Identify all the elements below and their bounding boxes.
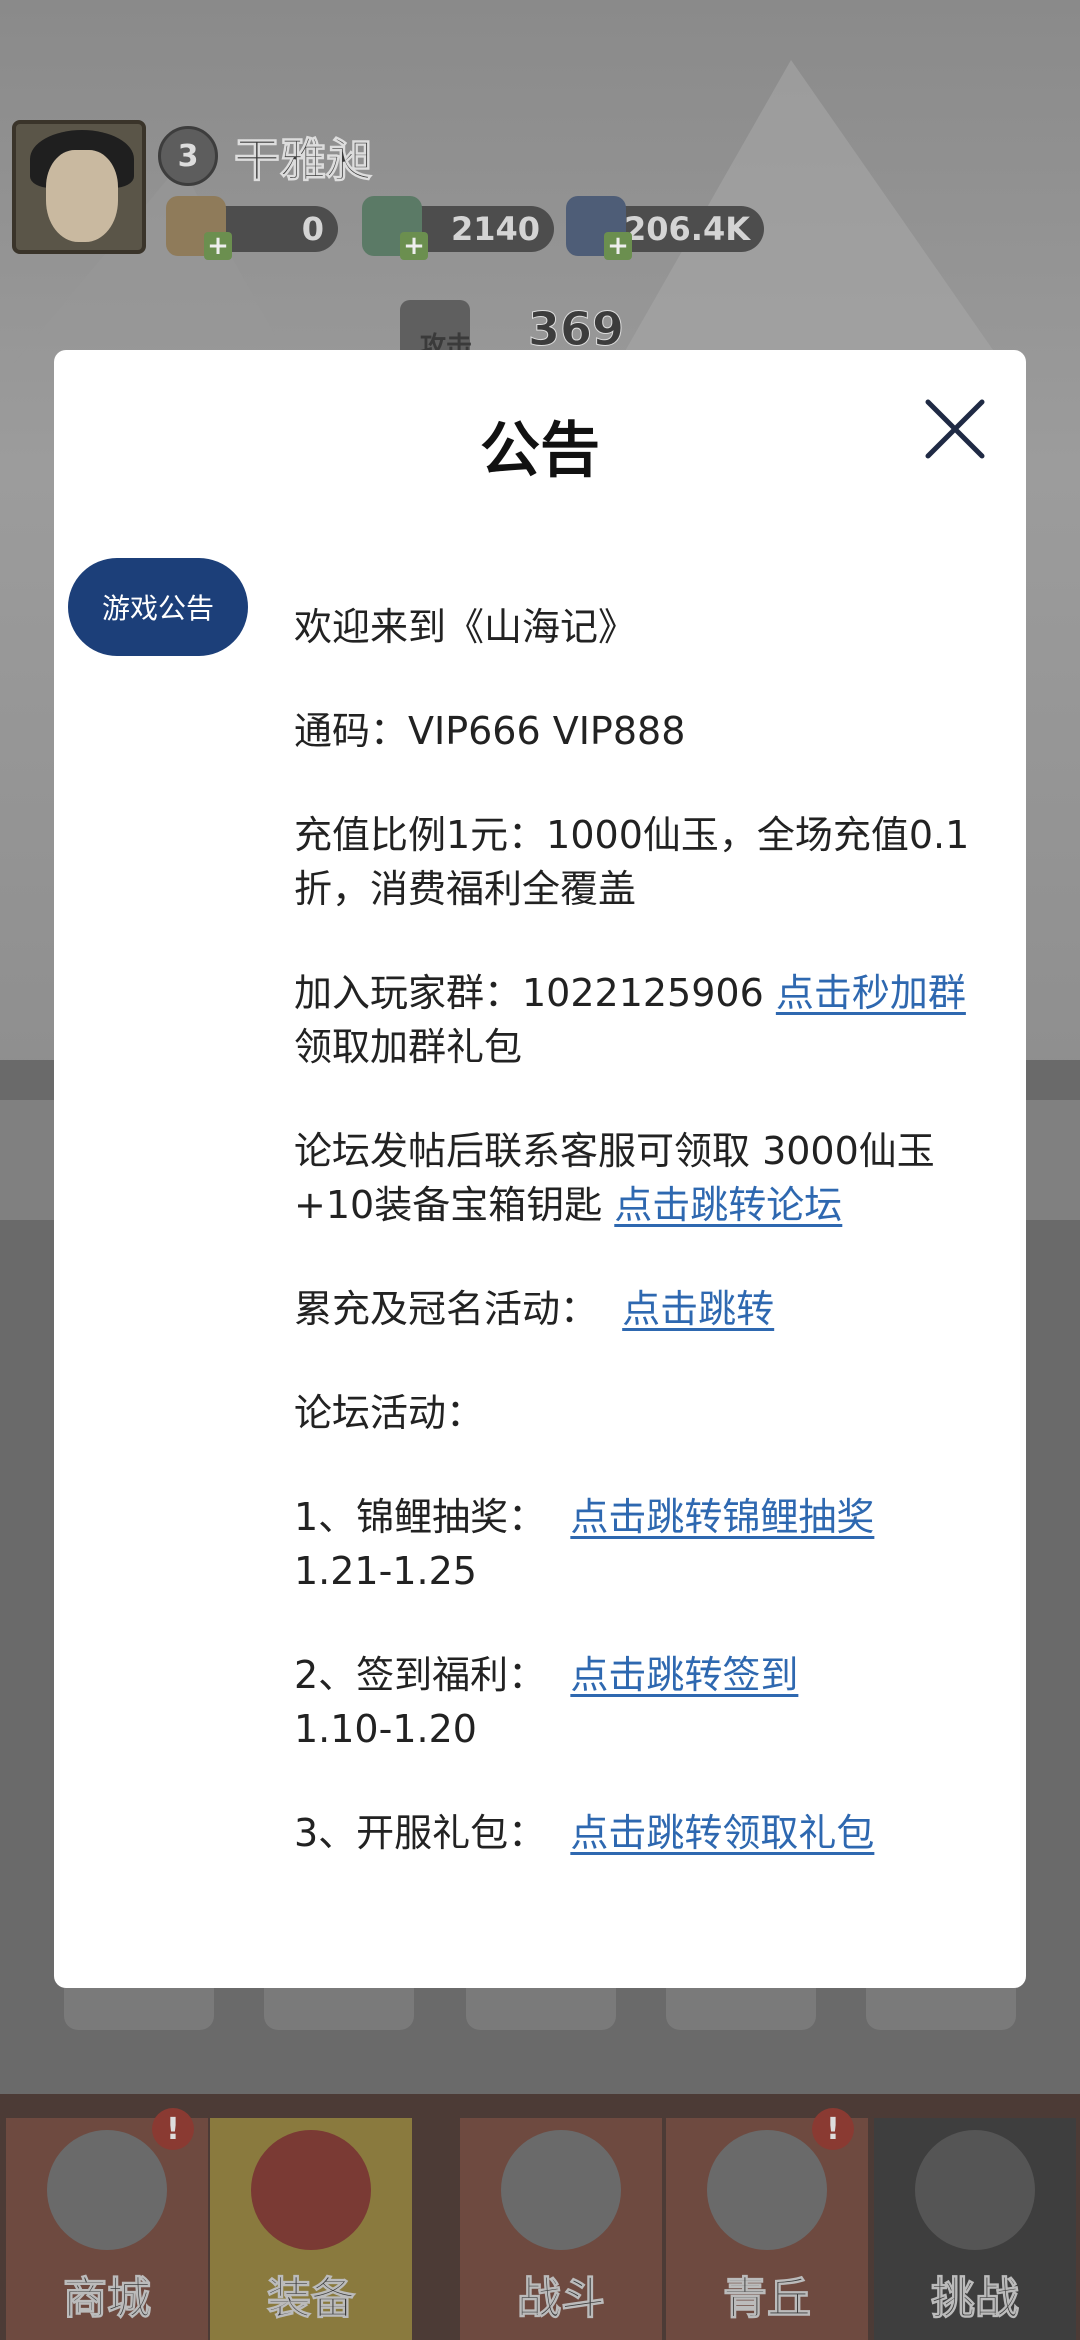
item-text: 2、签到福利： [294, 1653, 571, 1697]
item-text: 3、开服礼包： [294, 1811, 571, 1855]
currency-value: 2140 [450, 210, 540, 248]
tab-game-notice[interactable]: 游戏公告 [68, 558, 248, 656]
announcement-modal: 公告 游戏公告 欢迎来到《山海记》 通码：VIP666 VIP888 充值比例1… [54, 350, 1026, 1988]
forum-link[interactable]: 点击跳转论坛 [614, 1183, 842, 1227]
challenge-icon [915, 2130, 1035, 2250]
group-text: 加入玩家群：1022125906 [294, 971, 776, 1015]
add-crystal-button[interactable]: + [604, 232, 632, 260]
opening-gift-link[interactable]: 点击跳转领取礼包 [570, 1811, 874, 1855]
code-line: 通码：VIP666 VIP888 [294, 709, 686, 753]
mountain-icon [707, 2130, 827, 2250]
crossed-swords-icon [501, 2130, 621, 2250]
activity-link[interactable]: 点击跳转 [622, 1287, 774, 1331]
group-line: 加入玩家群：1022125906 点击秒加群 领取加群礼包 [294, 966, 994, 1074]
currency-jade: + 2140 [362, 196, 554, 260]
bottom-navigation: ! 商城 装备 战斗 ! 青丘 挑战 [0, 2094, 1080, 2340]
player-avatar[interactable] [12, 120, 146, 254]
nav-label: 战斗 [517, 2273, 606, 2325]
nav-challenge[interactable]: 挑战 [874, 2118, 1076, 2340]
welcome-line: 欢迎来到《山海记》 [294, 605, 637, 649]
join-group-link[interactable]: 点击秒加群 [776, 971, 966, 1015]
nav-label: 青丘 [723, 2273, 812, 2325]
notification-badge: ! [812, 2108, 854, 2150]
nav-equipment[interactable]: 装备 [210, 2118, 412, 2340]
avatar-face [46, 150, 118, 242]
modal-title: 公告 [480, 416, 600, 486]
sign-in-link[interactable]: 点击跳转签到 [570, 1653, 798, 1697]
item-dates: 1.10-1.20 [294, 1707, 477, 1751]
nav-qingqiu[interactable]: ! 青丘 [666, 2108, 868, 2340]
group-suffix: 领取加群礼包 [294, 1025, 523, 1069]
notification-badge: ! [152, 2108, 194, 2150]
nav-label: 挑战 [931, 2273, 1020, 2325]
level-badge: 3 [158, 126, 218, 186]
add-jade-button[interactable]: + [400, 232, 428, 260]
forum-activity-heading: 论坛活动： [294, 1391, 485, 1435]
nav-shop[interactable]: ! 商城 [6, 2108, 208, 2340]
item-text: 1、锦鲤抽奖： [294, 1495, 571, 1539]
add-scroll-button[interactable]: + [204, 232, 232, 260]
nav-label: 商城 [63, 2273, 152, 2325]
close-icon [925, 399, 985, 459]
player-info-bar: 3 干雅昶 + 0 + 2140 + 206.4K [8, 120, 768, 270]
player-name: 干雅昶 [234, 133, 373, 188]
activity-text: 累充及冠名活动： [294, 1287, 623, 1331]
shop-icon [47, 2130, 167, 2250]
activity-line: 累充及冠名活动： 点击跳转 [294, 1282, 994, 1336]
item-dates: 1.21-1.25 [294, 1549, 477, 1593]
helmet-icon [251, 2130, 371, 2250]
currency-scroll: + 0 [166, 196, 338, 260]
recharge-line: 充值比例1元：1000仙玉，全场充值0.1折，消费福利全覆盖 [294, 813, 970, 911]
activity-item-1: 1、锦鲤抽奖： 点击跳转锦鲤抽奖 1.21-1.25 [294, 1490, 994, 1598]
forum-line: 论坛发帖后联系客服可领取 3000仙玉+10装备宝箱钥匙 点击跳转论坛 [294, 1124, 994, 1232]
nav-battle[interactable]: 战斗 [460, 2118, 662, 2340]
activity-item-2: 2、签到福利： 点击跳转签到 1.10-1.20 [294, 1648, 994, 1756]
attack-value: 369 [527, 302, 625, 357]
koi-lottery-link[interactable]: 点击跳转锦鲤抽奖 [570, 1495, 874, 1539]
nav-label: 装备 [267, 2273, 356, 2325]
announcement-content: 欢迎来到《山海记》 通码：VIP666 VIP888 充值比例1元：1000仙玉… [294, 600, 994, 1910]
currency-value: 0 [301, 210, 324, 248]
close-button[interactable] [920, 394, 990, 464]
activity-item-3: 3、开服礼包： 点击跳转领取礼包 [294, 1806, 994, 1860]
currency-crystal: + 206.4K [566, 196, 764, 260]
currency-value: 206.4K [623, 210, 750, 248]
